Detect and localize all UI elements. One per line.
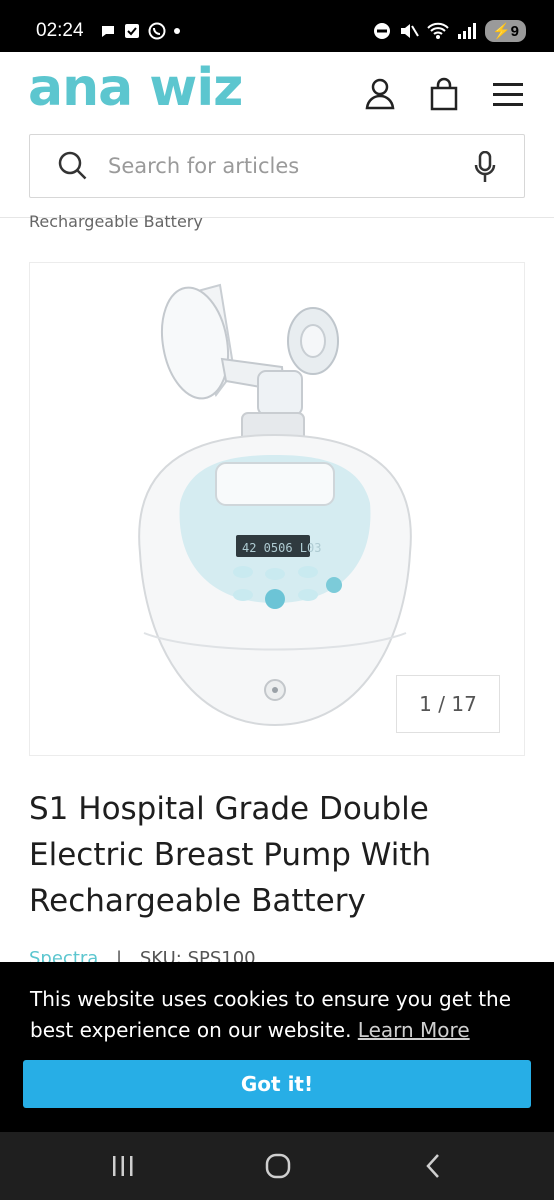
whatsapp-icon [148,22,166,40]
wifi-icon [427,22,449,39]
search-icon[interactable] [58,151,88,181]
cookie-message: This website uses cookies to ensure you … [30,984,530,1046]
dnd-icon [373,23,390,39]
image-counter: 1 / 17 [396,675,500,733]
mute-icon [400,24,419,38]
site-logo[interactable]: ana wiz [28,58,243,118]
back-icon[interactable] [423,1152,443,1180]
microphone-icon[interactable] [474,151,496,183]
message-icon [102,26,114,37]
got-it-button[interactable]: Got it! [23,1060,531,1108]
search-bar[interactable] [29,134,525,198]
breadcrumb[interactable]: Rechargeable Battery [29,212,203,231]
battery-indicator: ⚡ 9 [484,20,526,42]
svg-text:42 0506 L03: 42 0506 L03 [242,541,321,555]
product-title: S1 Hospital Grade Double Electric Breast… [29,791,432,919]
site-header: ana wiz [0,52,554,218]
system-nav-bar [0,1132,554,1200]
back-button[interactable] [413,1150,453,1182]
product-image-gallery[interactable]: 42 0506 L03 1 / 17 [29,262,525,756]
signal-icon [457,23,476,39]
checkbox-icon [125,24,139,38]
status-time: 02:24 [36,20,84,41]
bag-icon[interactable] [426,76,462,112]
menu-icon[interactable] [490,76,526,112]
status-bar: 02:24 ⚡ 9 [0,0,554,52]
dot-icon [174,28,180,34]
account-icon[interactable] [362,76,398,112]
search-input[interactable] [108,149,448,183]
home-button[interactable] [258,1150,298,1182]
learn-more-link[interactable]: Learn More [358,1018,470,1042]
cookie-banner: This website uses cookies to ensure you … [0,962,554,1132]
recent-apps-button[interactable] [103,1150,143,1182]
home-icon[interactable] [264,1152,292,1180]
recent-apps-icon[interactable] [110,1154,136,1178]
